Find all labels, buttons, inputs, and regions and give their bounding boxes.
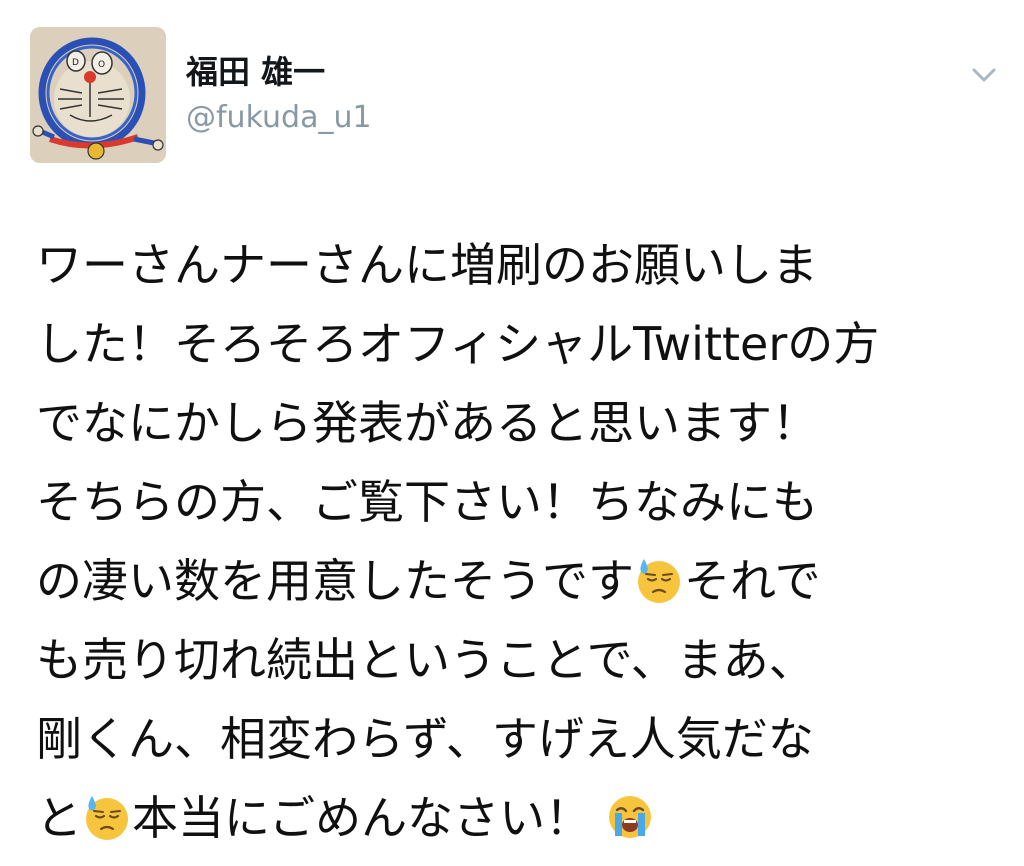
tweet-line: ワーさんナーさんに増刷のお願いしま [36,238,818,292]
tweet-line-segment: 本当にごめんなさい！ [132,791,592,845]
doraemon-drawing-icon: D O [30,27,166,163]
loudly-crying-face-icon [605,787,655,838]
tweet-line: の凄い数を用意したそうです それで [36,542,1016,621]
tweet-line: でなにかしら発表があると思います！ [36,396,818,450]
tweet-line-segment: の凄い数を用意したそうです [36,554,634,608]
tweet-line: 剛くん、相変わらず、すげえ人気だな [36,712,814,766]
tweet-line-segment: それで [684,554,821,608]
downcast-face-with-sweat-icon [82,787,132,840]
chevron-down-icon[interactable] [966,60,1002,90]
tweet-line: した！そろそろオフィシャルTwitterの方 [36,317,880,371]
screen-name[interactable]: @fukuda_u1 [186,98,372,138]
tweet-line-segment: と [36,791,82,845]
tweet-line: そちらの方、ご覧下さい！ちなみにも [36,475,818,529]
tweet-text: ワーさんナーさんに増刷のお願いしま した！そろそろオフィシャルTwitterの方… [36,226,1016,858]
display-name[interactable]: 福田 雄一 [186,50,325,94]
svg-text:O: O [98,60,105,70]
tweet-line: も売り切れ続出ということで、まあ、 [36,633,815,687]
avatar[interactable]: D O [30,27,166,163]
svg-text:D: D [72,58,79,68]
tweet-line: と 本当にごめんなさい！ [36,779,1016,858]
downcast-face-with-sweat-icon [634,550,684,603]
tweet-header: D O 福田 雄一 @fukuda_u1 [0,0,1024,180]
